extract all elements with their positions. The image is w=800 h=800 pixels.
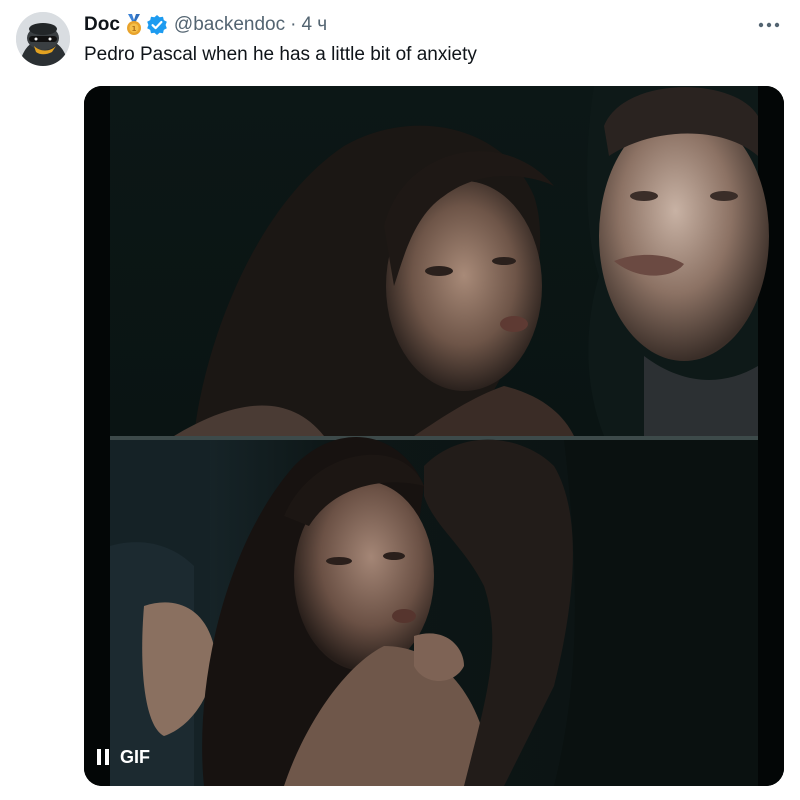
more-options-button[interactable]: [754, 10, 784, 40]
avatar-image: [16, 12, 70, 66]
gif-controls: GIF: [96, 742, 150, 772]
medal-icon: 1: [125, 14, 143, 36]
separator-dot: ·: [290, 14, 297, 35]
pause-icon[interactable]: [96, 748, 110, 766]
tweet-header: Doc 1 @backendoc · 4 ч: [84, 11, 327, 39]
tweet-card[interactable]: Doc 1 @backendoc · 4 ч Pedro Pascal when…: [0, 0, 800, 800]
handle[interactable]: @backendoc: [174, 14, 285, 36]
gif-label: GIF: [120, 746, 150, 767]
gif-frame: [84, 86, 784, 786]
display-name[interactable]: Doc: [84, 14, 120, 36]
verified-icon[interactable]: [146, 14, 168, 36]
svg-text:1: 1: [131, 25, 136, 33]
timestamp[interactable]: 4 ч: [301, 14, 327, 36]
more-icon: [758, 22, 780, 28]
gif-media[interactable]: GIF: [84, 86, 784, 786]
avatar[interactable]: [16, 12, 70, 66]
tweet-text: Pedro Pascal when he has a little bit of…: [84, 44, 477, 65]
